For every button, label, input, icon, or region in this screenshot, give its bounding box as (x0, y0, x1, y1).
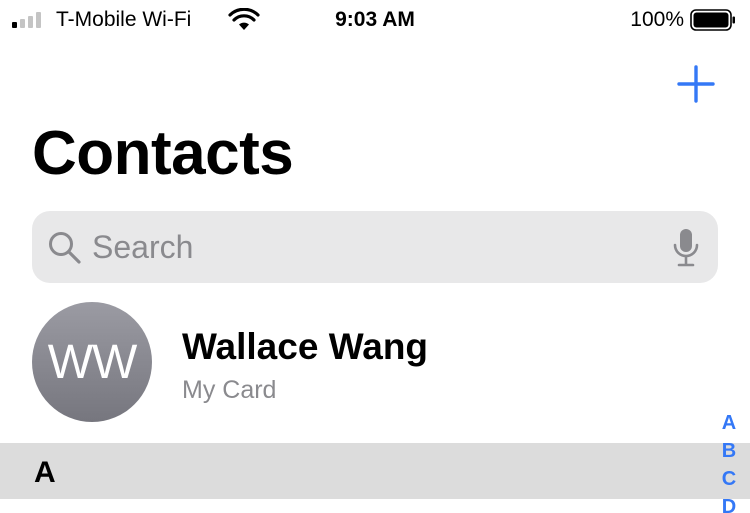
index-letter-a[interactable]: A (714, 409, 744, 437)
status-bar: T-Mobile Wi-Fi 9:03 AM 100% (0, 0, 750, 40)
alphabet-index[interactable]: A B C D (714, 409, 744, 513)
battery-icon (690, 9, 735, 31)
plus-icon (677, 65, 715, 103)
contact-name: Wallace Wang (182, 326, 429, 367)
page-title: Contacts (32, 119, 294, 188)
my-card-row[interactable]: WW Wallace Wang My Card (0, 300, 710, 426)
my-card-label: My Card (182, 376, 277, 404)
add-contact-button[interactable] (676, 64, 716, 104)
search-input[interactable] (92, 225, 652, 269)
search-bar[interactable] (32, 211, 718, 283)
avatar-initials: WW (47, 335, 138, 389)
mic-icon[interactable] (672, 228, 700, 268)
index-letter-b[interactable]: B (714, 437, 744, 465)
avatar: WW (32, 302, 152, 422)
index-letter-c[interactable]: C (714, 465, 744, 493)
search-icon (49, 232, 81, 264)
section-header-a: A (0, 443, 750, 499)
battery-percentage: 100% (630, 8, 684, 31)
section-letter: A (34, 456, 56, 489)
contacts-screen: T-Mobile Wi-Fi 9:03 AM 100% Contacts Sea… (0, 0, 750, 513)
index-letter-d[interactable]: D (714, 493, 744, 513)
